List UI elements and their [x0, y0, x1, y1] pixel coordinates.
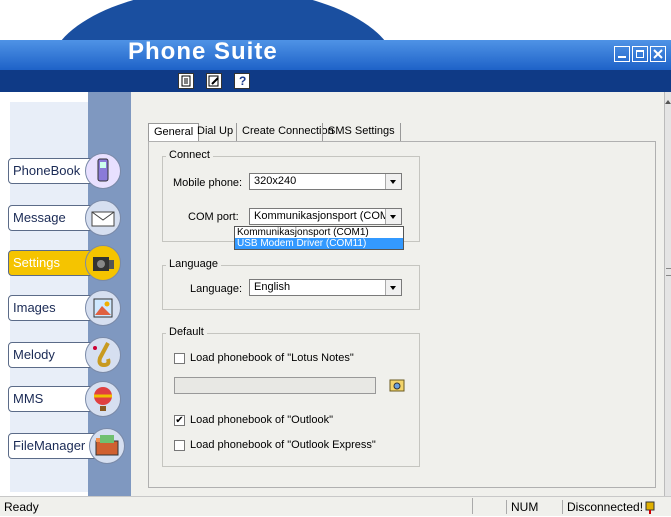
com-port-select[interactable]: Kommunikasjonsport (COM1) [249, 208, 402, 225]
toolbar-button-help[interactable]: ? [234, 73, 250, 89]
default-legend: Default [166, 326, 207, 338]
minimize-icon [618, 56, 626, 58]
camera-settings-icon [85, 245, 121, 281]
outlook-label: Load phonebook of "Outlook" [190, 414, 333, 426]
tab-label: Create Connection [242, 125, 334, 137]
sidebar-item-settings[interactable]: Settings [8, 245, 121, 281]
tab-label: SMS Settings [328, 125, 395, 137]
edit-icon [208, 75, 219, 87]
saxophone-icon [85, 337, 121, 373]
folder-icon [89, 428, 125, 464]
sidebar-item-label: Melody [13, 347, 55, 362]
com-port-label: COM port: [188, 211, 239, 223]
chevron-down-icon[interactable] [385, 209, 401, 224]
chevron-down-icon[interactable] [385, 174, 401, 189]
outlook-checkbox[interactable]: ✔ [174, 415, 185, 426]
status-connection: Disconnected! [562, 500, 643, 514]
title-bar: Phone Suite ? [0, 0, 671, 92]
com-port-option[interactable]: Kommunikasjonsport (COM1) [235, 227, 403, 238]
sidebar-item-label: Message [13, 210, 66, 225]
lotus-notes-label: Load phonebook of "Lotus Notes" [190, 352, 354, 364]
sidebar-item-mms[interactable]: MMS [8, 381, 121, 417]
title-band [0, 40, 671, 70]
sidebar-item-label: PhoneBook [13, 163, 81, 178]
minimize-button[interactable] [614, 46, 630, 62]
sidebar-item-phonebook[interactable]: PhoneBook [8, 153, 121, 189]
maximize-icon [636, 50, 644, 58]
language-select[interactable]: English [249, 279, 402, 296]
status-bar: Ready NUM Disconnected! [0, 496, 671, 516]
browse-folder-icon [389, 379, 405, 392]
sidebar-item-melody[interactable]: Melody [8, 337, 121, 373]
browse-button[interactable] [388, 376, 406, 394]
mobile-phone-value: 320x240 [254, 175, 297, 187]
sidebar-item-label: Images [13, 300, 56, 315]
tab-label: General [154, 126, 194, 138]
status-connection-icon [643, 498, 657, 514]
maximize-button[interactable] [632, 46, 648, 62]
lotus-notes-checkbox[interactable] [174, 353, 185, 364]
balloon-icon [85, 381, 121, 417]
mobile-phone-label: Mobile phone: [173, 177, 243, 189]
status-ready: Ready [4, 500, 39, 514]
scroll-grip-icon [666, 268, 671, 276]
toolbar-button-document[interactable] [178, 73, 194, 89]
document-icon [181, 75, 191, 87]
sidebar-item-filemanager[interactable]: FileManager [8, 428, 125, 464]
com-port-option-selected[interactable]: USB Modem Driver (COM11) [235, 238, 403, 249]
app-title: Phone Suite [128, 38, 278, 65]
envelope-icon [85, 200, 121, 236]
sidebar-item-images[interactable]: Images [8, 290, 121, 326]
com-port-value: Kommunikasjonsport (COM1) [254, 210, 399, 222]
language-legend: Language [166, 258, 221, 270]
status-pane-blank [472, 498, 501, 514]
lotus-notes-path-input[interactable] [174, 377, 376, 394]
status-num: NUM [506, 500, 538, 514]
tab-dial-up[interactable]: Dial Up [192, 123, 238, 141]
image-icon [85, 290, 121, 326]
close-icon [653, 49, 663, 59]
toolbar-button-edit[interactable] [206, 73, 222, 89]
toolbar-band [0, 70, 671, 92]
com-port-dropdown-list: Kommunikasjonsport (COM1) USB Modem Driv… [234, 226, 404, 250]
tab-label: Dial Up [197, 125, 234, 137]
outlook-express-checkbox[interactable] [174, 440, 185, 451]
phone-icon [85, 153, 121, 189]
chevron-down-icon[interactable] [385, 280, 401, 295]
sidebar-item-label: Settings [13, 255, 60, 270]
mobile-phone-select[interactable]: 320x240 [249, 173, 402, 190]
language-value: English [254, 281, 291, 293]
sidebar-item-label: FileManager [13, 438, 86, 453]
checkmark-icon: ✔ [175, 415, 184, 426]
scroll-up-icon[interactable] [665, 100, 671, 104]
close-button[interactable] [650, 46, 666, 62]
help-icon: ? [239, 74, 247, 88]
language-label: Language: [190, 283, 242, 295]
outlook-express-label: Load phonebook of "Outlook Express" [190, 439, 376, 451]
vertical-scrollbar[interactable] [664, 92, 671, 496]
sidebar-item-message[interactable]: Message [8, 200, 121, 236]
connect-legend: Connect [166, 149, 213, 161]
sidebar-item-label: MMS [13, 391, 44, 406]
tab-sms-settings[interactable]: SMS Settings [322, 123, 401, 141]
